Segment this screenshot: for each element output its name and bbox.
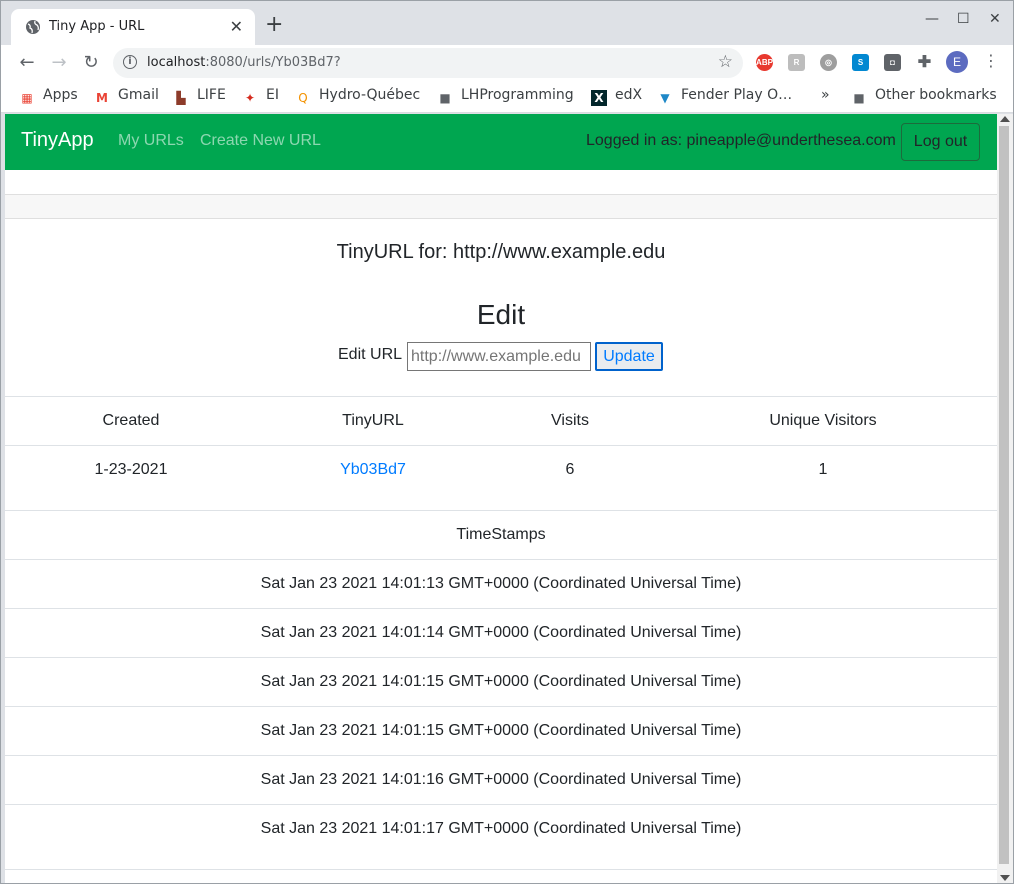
globe-icon	[26, 20, 40, 34]
browser-menu-icon[interactable]: ⋮	[983, 51, 999, 70]
brand-link[interactable]: TinyApp	[21, 129, 94, 152]
address-url[interactable]: localhost:8080/urls/Yb03Bd7?	[147, 55, 341, 70]
browser-toolbar: ← → ↻ i localhost:8080/urls/Yb03Bd7? ☆ A…	[1, 45, 1013, 81]
bookmark-ei[interactable]: ✦ EI	[242, 87, 279, 107]
address-bar[interactable]: i localhost:8080/urls/Yb03Bd7? ☆	[113, 48, 743, 78]
apps-grid-icon: ▦	[21, 91, 33, 105]
created-date: 1-23-2021	[94, 461, 168, 478]
active-tab[interactable]: Tiny App - URL ✕	[11, 9, 255, 45]
bookmark-fender-play[interactable]: ▼ Fender Play O…	[657, 87, 792, 107]
bookmarks-bar: ▦ Apps M Gmail ▙ LIFE ✦ EI Q Hydro-Québec ■ LH…	[1, 81, 1013, 113]
nav-create-new-url[interactable]: Create New URL	[200, 132, 321, 150]
divider	[5, 804, 997, 805]
divider	[5, 445, 997, 446]
header-unique-visitors: Unique Visitors	[769, 412, 877, 429]
maple-leaf-icon: ✦	[244, 91, 256, 105]
edit-url-label: Edit URL	[338, 346, 403, 363]
bookmark-life[interactable]: ▙ LIFE	[173, 87, 225, 107]
close-window-icon[interactable]: ✕	[989, 11, 1001, 27]
divider	[5, 396, 997, 397]
unique-visitors-count: 1	[818, 461, 828, 478]
scroll-down-icon[interactable]	[1000, 875, 1010, 881]
bookmark-edx[interactable]: XedX	[591, 87, 642, 107]
header-created: Created	[102, 412, 160, 429]
divider	[5, 510, 997, 511]
visits-count: 6	[565, 461, 575, 478]
tab-title: Tiny App - URL	[49, 19, 145, 34]
bookmark-other[interactable]: ■ Other bookmarks	[851, 87, 996, 107]
folder-icon: ■	[439, 91, 451, 105]
bookmark-lhprogramming[interactable]: ■ LHProgramming	[437, 87, 573, 107]
tinyurl-title: TinyURL for: http://www.example.edu	[336, 241, 666, 263]
card-header	[5, 194, 997, 219]
timestamp-item: Sat Jan 23 2021 14:01:15 GMT+0000 (Coord…	[260, 673, 742, 690]
divider	[5, 706, 997, 707]
extensions-puzzle-icon[interactable]: ✚	[916, 54, 933, 71]
timestamps-header: TimeStamps	[456, 526, 546, 543]
adblock-icon[interactable]: ABP	[756, 54, 773, 71]
update-button[interactable]: Update	[595, 342, 663, 371]
scroll-thumb[interactable]	[999, 126, 1009, 864]
minimize-icon[interactable]: —	[925, 11, 939, 27]
edx-icon: X	[591, 90, 607, 106]
app-navbar: TinyApp My URLs Create New URL Logged in…	[5, 114, 997, 170]
logged-in-text: Logged in as: pineapple@underthesea.com	[586, 132, 896, 149]
hydro-icon: Q	[298, 91, 308, 105]
page-viewport: TinyApp My URLs Create New URL Logged in…	[5, 114, 997, 883]
header-visits: Visits	[551, 412, 589, 429]
divider	[5, 657, 997, 658]
timestamp-item: Sat Jan 23 2021 14:01:13 GMT+0000 (Coord…	[260, 575, 742, 592]
scroll-up-icon[interactable]	[1000, 116, 1010, 122]
timestamp-item: Sat Jan 23 2021 14:01:14 GMT+0000 (Coord…	[260, 624, 742, 641]
divider	[5, 559, 997, 560]
maximize-icon[interactable]: ☐	[957, 11, 970, 27]
extension-box-icon[interactable]: ◘	[884, 54, 901, 71]
gmail-icon: M	[96, 91, 108, 105]
forward-icon[interactable]: →	[47, 51, 71, 75]
timestamp-item: Sat Jan 23 2021 14:01:17 GMT+0000 (Coord…	[260, 820, 742, 837]
bookmark-hydro-quebec[interactable]: Q Hydro-Québec	[295, 87, 420, 107]
edit-url-input[interactable]	[407, 342, 591, 371]
back-icon[interactable]: ←	[15, 51, 39, 75]
bookmark-gmail[interactable]: M Gmail	[94, 87, 159, 107]
boot-icon: ▙	[176, 91, 186, 105]
bookmark-star-icon[interactable]: ☆	[718, 52, 733, 72]
close-tab-icon[interactable]: ✕	[230, 17, 243, 36]
browser-window: Tiny App - URL ✕ + — ☐ ✕ ← → ↻ i localho…	[0, 0, 1014, 884]
reload-icon[interactable]: ↻	[79, 51, 103, 75]
folder-icon: ■	[853, 91, 865, 105]
new-tab-icon[interactable]: +	[265, 13, 283, 37]
timestamp-item: Sat Jan 23 2021 14:01:15 GMT+0000 (Coord…	[260, 722, 742, 739]
page-scrollbar[interactable]	[997, 114, 1013, 883]
profile-avatar[interactable]: E	[946, 51, 968, 73]
divider	[5, 869, 997, 870]
fender-pick-icon: ▼	[660, 91, 670, 105]
edit-heading: Edit	[476, 299, 526, 330]
tab-strip: Tiny App - URL ✕ + — ☐ ✕	[1, 1, 1013, 45]
bookmarks-overflow-icon[interactable]: »	[821, 87, 830, 107]
bookmark-apps[interactable]: ▦ Apps	[19, 87, 77, 107]
divider	[5, 755, 997, 756]
skype-icon[interactable]: S	[852, 54, 869, 71]
site-info-icon[interactable]: i	[123, 55, 137, 69]
translate-extension-icon[interactable]: ◎	[820, 54, 837, 71]
extension-icon[interactable]: R	[788, 54, 805, 71]
divider	[5, 608, 997, 609]
timestamp-item: Sat Jan 23 2021 14:01:16 GMT+0000 (Coord…	[260, 771, 742, 788]
logout-button[interactable]: Log out	[901, 123, 980, 161]
nav-my-urls[interactable]: My URLs	[118, 132, 184, 150]
